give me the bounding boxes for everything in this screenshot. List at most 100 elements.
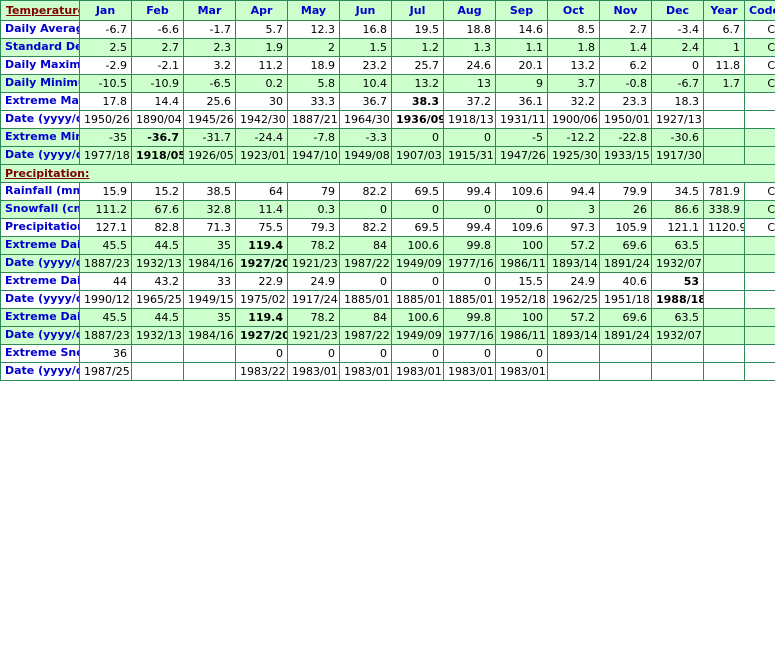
cell-date-dec: 1927/13 xyxy=(651,110,704,129)
cell-precipitation-may: 79.3 xyxy=(287,218,340,237)
cell-extreme-daily-rainfall-nov: 69.6 xyxy=(599,236,652,255)
cell-rainfall-year: 781.9 xyxy=(703,182,745,201)
cell-date-jul: 1907/03 xyxy=(391,146,444,165)
cell-extreme-daily-rainfall-sep: 100 xyxy=(495,236,548,255)
cell-date-jun: 1964/30 xyxy=(339,110,392,129)
column-header-month-sep: Sep xyxy=(495,0,548,21)
cell-date-may: 1983/01+ xyxy=(287,362,340,381)
cell-snowfall-mar: 32.8 xyxy=(183,200,236,219)
cell-daily-average-oct: 8.5 xyxy=(547,20,600,39)
cell-date-year xyxy=(703,146,745,165)
cell-date-feb: 1965/25 xyxy=(131,290,184,309)
cell-daily-maximum-jun: 23.2 xyxy=(339,56,392,75)
column-header-month-aug: Aug xyxy=(443,0,496,21)
cell-snowfall-code: C xyxy=(744,200,775,219)
cell-precipitation-sep: 109.6 xyxy=(495,218,548,237)
cell-date-mar: 1984/16 xyxy=(183,254,236,273)
cell-daily-minimum-may: 5.8 xyxy=(287,74,340,93)
cell-extreme-daily-rainfall-jan: 45.5 xyxy=(79,236,132,255)
cell-date-nov: 1950/01 xyxy=(599,110,652,129)
cell-date-sep: 1952/18 xyxy=(495,290,548,309)
cell-daily-minimum-feb: -10.9 xyxy=(131,74,184,93)
row-label-extreme-maximum: Extreme Maximum (°C) xyxy=(0,92,80,111)
cell-extreme-minimum-jun: -3.3 xyxy=(339,128,392,147)
cell-extreme-snow-depth-year xyxy=(703,344,745,363)
cell-standard-deviation-may: 2 xyxy=(287,38,340,57)
section-header-temperature: Temperature: xyxy=(0,0,80,21)
cell-standard-deviation-mar: 2.3 xyxy=(183,38,236,57)
cell-daily-average-apr: 5.7 xyxy=(235,20,288,39)
cell-extreme-daily-rainfall-jul: 100.6 xyxy=(391,236,444,255)
cell-date-code xyxy=(744,362,775,381)
cell-extreme-snow-depth-aug: 0 xyxy=(443,344,496,363)
cell-precipitation-code: C xyxy=(744,218,775,237)
cell-daily-maximum-dec: 0 xyxy=(651,56,704,75)
cell-rainfall-jun: 82.2 xyxy=(339,182,392,201)
cell-date-dec xyxy=(651,362,704,381)
column-header-month-jun: Jun xyxy=(339,0,392,21)
cell-date-aug: 1885/01+ xyxy=(443,290,496,309)
row-label-extreme-snow-depth: Extreme Snow Depth (cm) xyxy=(0,344,80,363)
cell-daily-minimum-sep: 9 xyxy=(495,74,548,93)
row-label-date: Date (yyyy/dd) xyxy=(0,146,80,165)
cell-extreme-daily-snowfall-jan: 44 xyxy=(79,272,132,291)
cell-date-jan: 1977/18 xyxy=(79,146,132,165)
table-row: Date (yyyy/dd)1977/181918/05+1926/051923… xyxy=(0,146,775,165)
cell-extreme-minimum-aug: 0 xyxy=(443,128,496,147)
cell-date-nov xyxy=(599,362,652,381)
cell-precipitation-feb: 82.8 xyxy=(131,218,184,237)
cell-date-jun: 1949/08 xyxy=(339,146,392,165)
cell-date-may: 1921/23 xyxy=(287,254,340,273)
table-row: Precipitation (mm)127.182.871.375.579.38… xyxy=(0,218,775,237)
cell-precipitation-aug: 99.4 xyxy=(443,218,496,237)
cell-date-may: 1917/24 xyxy=(287,290,340,309)
table-row: Daily Minimum (°C)-10.5-10.9-6.50.25.810… xyxy=(0,74,775,93)
cell-snowfall-apr: 11.4 xyxy=(235,200,288,219)
cell-extreme-minimum-jan: -35 xyxy=(79,128,132,147)
cell-rainfall-jan: 15.9 xyxy=(79,182,132,201)
table-row: Date (yyyy/dd)1887/231932/131984/161927/… xyxy=(0,254,775,273)
cell-date-jul: 1885/01+ xyxy=(391,290,444,309)
cell-extreme-minimum-code xyxy=(744,128,775,147)
cell-date-feb: 1932/13 xyxy=(131,326,184,345)
cell-extreme-daily-snowfall-nov: 40.6 xyxy=(599,272,652,291)
cell-date-aug: 1983/01+ xyxy=(443,362,496,381)
cell-daily-average-aug: 18.8 xyxy=(443,20,496,39)
table-body: Temperature:JanFebMarAprMayJunJulAugSepO… xyxy=(0,0,775,381)
cell-date-apr: 1923/01 xyxy=(235,146,288,165)
cell-extreme-daily-precipitation-sep: 100 xyxy=(495,308,548,327)
cell-extreme-minimum-feb: -36.7 xyxy=(131,128,184,147)
cell-extreme-snow-depth-may: 0 xyxy=(287,344,340,363)
cell-standard-deviation-jul: 1.2 xyxy=(391,38,444,57)
table-row: Extreme Minimum (°C)-35-36.7-31.7-24.4-7… xyxy=(0,128,775,147)
cell-standard-deviation-aug: 1.3 xyxy=(443,38,496,57)
table-row: Daily Average (°C)-6.7-6.6-1.75.712.316.… xyxy=(0,20,775,39)
cell-date-jan: 1987/25 xyxy=(79,362,132,381)
row-label-date: Date (yyyy/dd) xyxy=(0,254,80,273)
table-row: Standard Deviation2.52.72.31.921.51.21.3… xyxy=(0,38,775,57)
cell-date-jan: 1950/26 xyxy=(79,110,132,129)
cell-date-year xyxy=(703,290,745,309)
cell-rainfall-sep: 109.6 xyxy=(495,182,548,201)
cell-daily-minimum-year: 1.7 xyxy=(703,74,745,93)
column-header-month-apr: Apr xyxy=(235,0,288,21)
cell-extreme-minimum-oct: -12.2 xyxy=(547,128,600,147)
cell-extreme-daily-snowfall-year xyxy=(703,272,745,291)
table-row: Rainfall (mm)15.915.238.5647982.269.599.… xyxy=(0,182,775,201)
cell-rainfall-dec: 34.5 xyxy=(651,182,704,201)
cell-date-nov: 1891/24 xyxy=(599,326,652,345)
cell-snowfall-aug: 0 xyxy=(443,200,496,219)
cell-extreme-daily-precipitation-jun: 84 xyxy=(339,308,392,327)
row-label-date: Date (yyyy/dd) xyxy=(0,290,80,309)
section-header-precipitation: Precipitation: xyxy=(0,164,775,183)
table-row: Extreme Maximum (°C)17.814.425.63033.336… xyxy=(0,92,775,111)
cell-date-nov: 1933/15 xyxy=(599,146,652,165)
cell-extreme-snow-depth-jul: 0 xyxy=(391,344,444,363)
cell-extreme-daily-precipitation-feb: 44.5 xyxy=(131,308,184,327)
cell-date-nov: 1891/24 xyxy=(599,254,652,273)
cell-extreme-daily-snowfall-jul: 0 xyxy=(391,272,444,291)
cell-date-code xyxy=(744,326,775,345)
cell-extreme-snow-depth-jun: 0 xyxy=(339,344,392,363)
cell-rainfall-oct: 94.4 xyxy=(547,182,600,201)
cell-rainfall-may: 79 xyxy=(287,182,340,201)
